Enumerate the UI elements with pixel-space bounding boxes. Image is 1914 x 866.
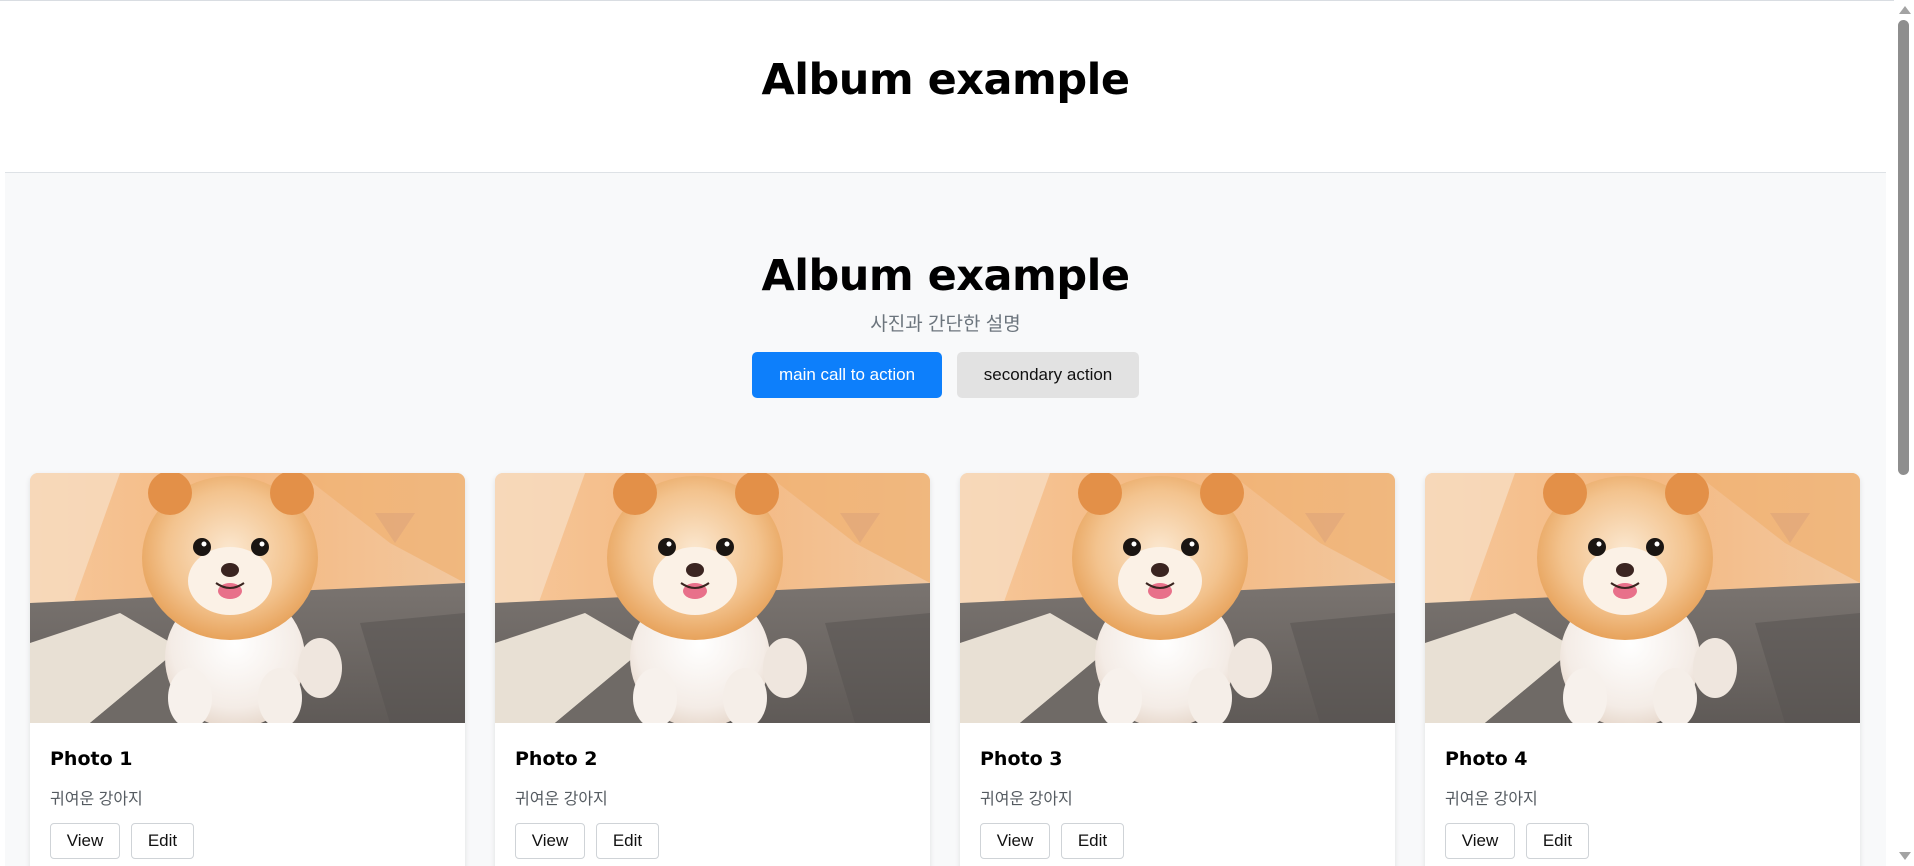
card-actions: View Edit [515,823,910,859]
hero-title: Album example [761,251,1130,301]
dog-photo [30,473,465,723]
hero-section: Album example 사진과 간단한 설명 main call to ac… [5,173,1886,398]
card-actions: View Edit [980,823,1375,859]
header-title: Album example [761,54,1130,105]
dog-photo-image [960,473,1395,723]
hero-actions: main call to action secondary action [5,352,1886,398]
scroll-thumb[interactable] [1898,20,1909,475]
main-content: Album example 사진과 간단한 설명 main call to ac… [5,173,1886,866]
card-actions: View Edit [1445,823,1840,859]
card-body: Photo 1 귀여운 강아지 View Edit [30,723,465,859]
page: Album example Album example 사진과 간단한 설명 m… [0,0,1914,866]
view-button[interactable]: View [980,823,1050,859]
card-title: Photo 3 [980,748,1063,770]
album-card: Photo 2 귀여운 강아지 View Edit [495,473,930,866]
vertical-scrollbar[interactable] [1894,0,1914,866]
view-button[interactable]: View [1445,823,1515,859]
card-text: 귀여운 강아지 [515,791,608,808]
card-actions: View Edit [50,823,445,859]
card-title: Photo 2 [515,748,598,770]
card-text: 귀여운 강아지 [1445,791,1538,808]
card-body: Photo 3 귀여운 강아지 View Edit [960,723,1395,859]
edit-button[interactable]: Edit [596,823,659,859]
dog-photo-image [495,473,930,723]
album-card: Photo 1 귀여운 강아지 View Edit [30,473,465,866]
card-text: 귀여운 강아지 [980,791,1073,808]
dog-photo-image [30,473,465,723]
site-header: Album example [5,1,1886,173]
dog-photo [960,473,1395,723]
album-card: Photo 3 귀여운 강아지 View Edit [960,473,1395,866]
dog-photo [1425,473,1860,723]
edit-button[interactable]: Edit [1061,823,1124,859]
scroll-up-arrow-icon[interactable] [1899,6,1911,14]
edit-button[interactable]: Edit [131,823,194,859]
viewport: Album example Album example 사진과 간단한 설명 m… [5,1,1886,866]
card-body: Photo 4 귀여운 강아지 View Edit [1425,723,1860,859]
secondary-action-button[interactable]: secondary action [957,352,1139,398]
card-title: Photo 4 [1445,748,1528,770]
hero-lead: 사진과 간단한 설명 [870,314,1021,335]
edit-button[interactable]: Edit [1526,823,1589,859]
card-title: Photo 1 [50,748,133,770]
dog-photo-image [1425,473,1860,723]
dog-photo [495,473,930,723]
album-grid: Photo 1 귀여운 강아지 View Edit Photo 2 귀여운 강아… [30,473,1860,866]
view-button[interactable]: View [515,823,585,859]
album-card: Photo 4 귀여운 강아지 View Edit [1425,473,1860,866]
view-button[interactable]: View [50,823,120,859]
scroll-down-arrow-icon[interactable] [1899,852,1911,860]
card-text: 귀여운 강아지 [50,791,143,808]
card-body: Photo 2 귀여운 강아지 View Edit [495,723,930,859]
main-call-to-action-button[interactable]: main call to action [752,352,942,398]
